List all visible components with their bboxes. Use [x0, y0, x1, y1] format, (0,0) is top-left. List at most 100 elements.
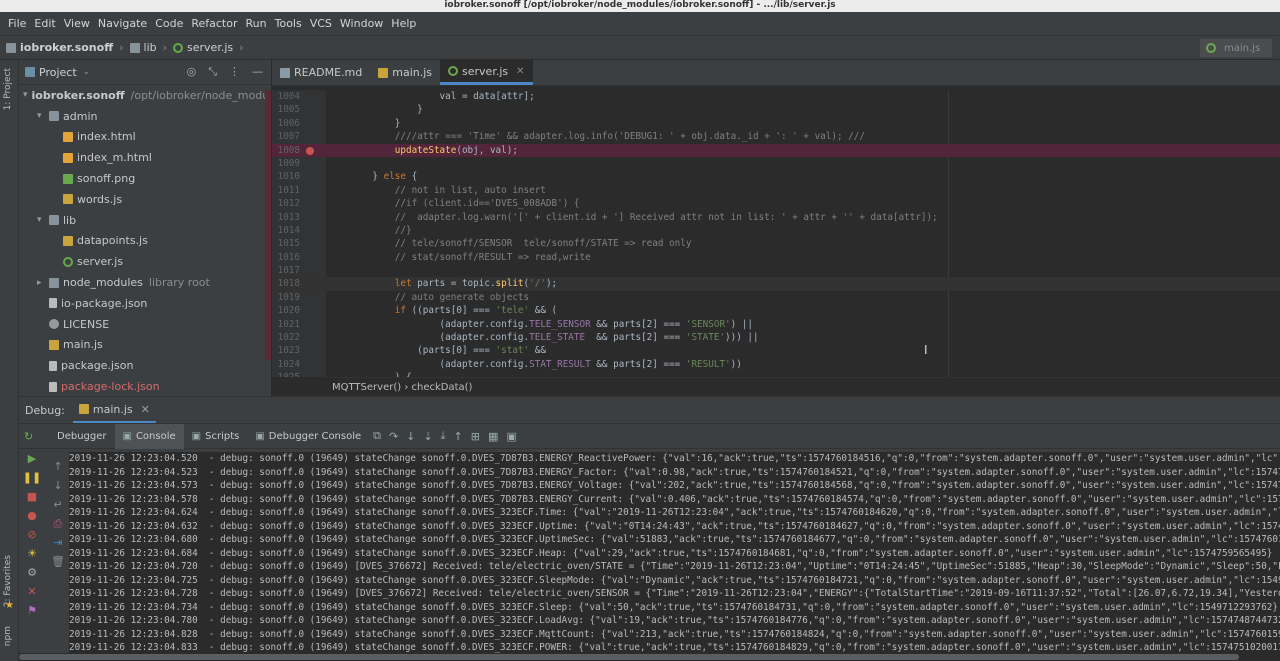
chevron-down-icon[interactable]: ▾: [23, 90, 28, 100]
tree-item[interactable]: io-package.json: [19, 293, 271, 314]
mute-breakpoints-icon[interactable]: ⊘: [19, 525, 45, 544]
restore-layout-icon[interactable]: ⧉: [373, 429, 381, 443]
code-line[interactable]: 1018 let parts = topic.split('/');: [272, 277, 1280, 291]
frames-icon[interactable]: ▣: [506, 430, 516, 443]
line-number[interactable]: 1017: [272, 264, 300, 277]
line-number[interactable]: 1011: [272, 184, 300, 197]
menu-run[interactable]: Run: [242, 17, 271, 30]
run-configuration-select[interactable]: main.js: [1200, 39, 1272, 57]
tree-item[interactable]: main.js: [19, 335, 271, 356]
print-icon[interactable]: ⎙: [45, 514, 71, 533]
menu-code[interactable]: Code: [151, 17, 187, 30]
tree-item[interactable]: LICENSE: [19, 314, 271, 335]
menu-window[interactable]: Window: [336, 17, 387, 30]
code-line[interactable]: 1004 val = data[attr];: [272, 90, 1280, 103]
line-number[interactable]: 1015: [272, 237, 300, 250]
breakpoint-gutter[interactable]: [300, 344, 326, 357]
chevron-down-icon[interactable]: ▾: [37, 215, 49, 225]
line-number[interactable]: 1025: [272, 371, 300, 377]
scrollbar-thumb[interactable]: [19, 654, 1239, 660]
code-line[interactable]: 1012 //if (client.id=='DVES_008ADB') {: [272, 197, 1280, 210]
code-line[interactable]: 1006 }: [272, 117, 1280, 130]
close-icon[interactable]: ✕: [141, 403, 150, 416]
tree-item[interactable]: package-lock.json: [19, 376, 271, 396]
code-line[interactable]: 1024 (adapter.config.STAT_RESULT && part…: [272, 358, 1280, 371]
code-line[interactable]: 1023 (parts[0] === 'stat' &&: [272, 344, 1280, 357]
line-number[interactable]: 1016: [272, 251, 300, 264]
menu-help[interactable]: Help: [387, 17, 420, 30]
chevron-right-icon[interactable]: ▸: [37, 278, 49, 288]
nav-crumb-project[interactable]: iobroker.sonoff ›: [6, 41, 124, 54]
tree-item[interactable]: server.js: [19, 251, 271, 272]
step-over-icon[interactable]: ↷: [389, 430, 398, 443]
tree-item[interactable]: ▸ node_modules library root: [19, 272, 271, 293]
breakpoint-gutter[interactable]: [300, 277, 326, 290]
star-icon[interactable]: ★: [5, 600, 14, 611]
line-number[interactable]: 1008: [272, 144, 300, 157]
npm-tool-button[interactable]: npm: [3, 626, 13, 646]
menu-edit[interactable]: Edit: [30, 17, 59, 30]
code-line[interactable]: 1009: [272, 157, 1280, 170]
line-number[interactable]: 1020: [272, 304, 300, 317]
hint-icon[interactable]: ☀: [19, 544, 45, 563]
code-line[interactable]: 1005 }: [272, 103, 1280, 116]
line-number[interactable]: 1022: [272, 331, 300, 344]
code-line[interactable]: 1008 updateState(obj, val);: [272, 143, 1280, 157]
code-line[interactable]: 1019 // auto generate objects: [272, 291, 1280, 304]
console-horizontal-scrollbar[interactable]: [19, 653, 1280, 661]
tree-item[interactable]: words.js: [19, 189, 271, 210]
tree-item[interactable]: ▾ lib: [19, 210, 271, 231]
line-number[interactable]: 1018: [272, 277, 300, 290]
run-to-cursor-icon[interactable]: ⊞: [471, 430, 480, 443]
console-output[interactable]: 2019-11-26 12:23:04.520 - debug: sonoff.…: [69, 452, 1280, 660]
step-into-icon[interactable]: ↓: [406, 430, 415, 443]
code-editor[interactable]: 1004 val = data[attr]; 1005 } 1006 } 1007 /…: [272, 90, 1280, 377]
line-number[interactable]: 1023: [272, 344, 300, 357]
breakpoint-gutter[interactable]: [300, 170, 326, 183]
breakpoint-gutter[interactable]: [300, 117, 326, 130]
code-line[interactable]: 1017: [272, 264, 1280, 277]
code-line[interactable]: 1016 // stat/sonoff/RESULT => read,write: [272, 251, 1280, 264]
collapse-all-icon[interactable]: ⤡: [208, 65, 217, 79]
breakpoint-gutter[interactable]: [300, 331, 326, 344]
locate-file-icon[interactable]: ◎: [187, 65, 197, 79]
debug-tab-debugger[interactable]: Debugger: [45, 424, 115, 449]
menu-navigate[interactable]: Navigate: [94, 17, 151, 30]
tab-server-js[interactable]: server.js ✕: [440, 60, 533, 85]
line-number[interactable]: 1004: [272, 90, 300, 103]
line-number[interactable]: 1009: [272, 157, 300, 170]
line-number[interactable]: 1005: [272, 103, 300, 116]
breakpoint-gutter[interactable]: [300, 211, 326, 224]
settings-menu-icon[interactable]: ⋮: [229, 65, 240, 79]
line-number[interactable]: 1007: [272, 130, 300, 143]
line-number[interactable]: 1013: [272, 211, 300, 224]
settings-icon[interactable]: ⚙: [19, 563, 45, 582]
pin-icon[interactable]: ⚑: [19, 601, 45, 620]
breakpoint-gutter[interactable]: [300, 197, 326, 210]
menu-file[interactable]: File: [4, 17, 30, 30]
breakpoint-icon[interactable]: [306, 146, 314, 155]
code-line[interactable]: 1015 // tele/sonoff/SENSOR tele/sonoff/S…: [272, 237, 1280, 250]
breakpoint-gutter[interactable]: [300, 224, 326, 237]
stop-icon[interactable]: ■: [19, 487, 45, 506]
breakpoint-gutter[interactable]: [300, 371, 326, 377]
code-line[interactable]: 1020 if ((parts[0] === 'tele' && (: [272, 304, 1280, 317]
resume-icon[interactable]: ▶: [19, 449, 45, 468]
hide-panel-icon[interactable]: —: [252, 65, 263, 79]
step-out-icon[interactable]: ⤓: [441, 429, 446, 443]
code-breadcrumb[interactable]: MQTTServer() › checkData(): [326, 377, 1280, 396]
nav-crumb-lib[interactable]: lib ›: [129, 41, 167, 54]
pause-icon[interactable]: ❚❚: [19, 468, 45, 487]
menu-refactor[interactable]: Refactor: [187, 17, 241, 30]
chevron-down-icon[interactable]: ▾: [37, 111, 49, 121]
tree-item[interactable]: sonoff.png: [19, 168, 271, 189]
debug-tab-debugger-console[interactable]: ▣ Debugger Console: [247, 424, 369, 449]
line-number[interactable]: 1012: [272, 197, 300, 210]
breakpoint-gutter[interactable]: [300, 264, 326, 277]
tree-item[interactable]: package.json: [19, 355, 271, 376]
code-line[interactable]: 1013 // adapter.log.warn('[' + client.id…: [272, 211, 1280, 224]
menu-view[interactable]: View: [60, 17, 94, 30]
breakpoint-gutter[interactable]: [300, 237, 326, 250]
scroll-up-icon[interactable]: ↑: [45, 457, 71, 476]
debug-tab-console[interactable]: ▣ Console: [114, 423, 184, 449]
